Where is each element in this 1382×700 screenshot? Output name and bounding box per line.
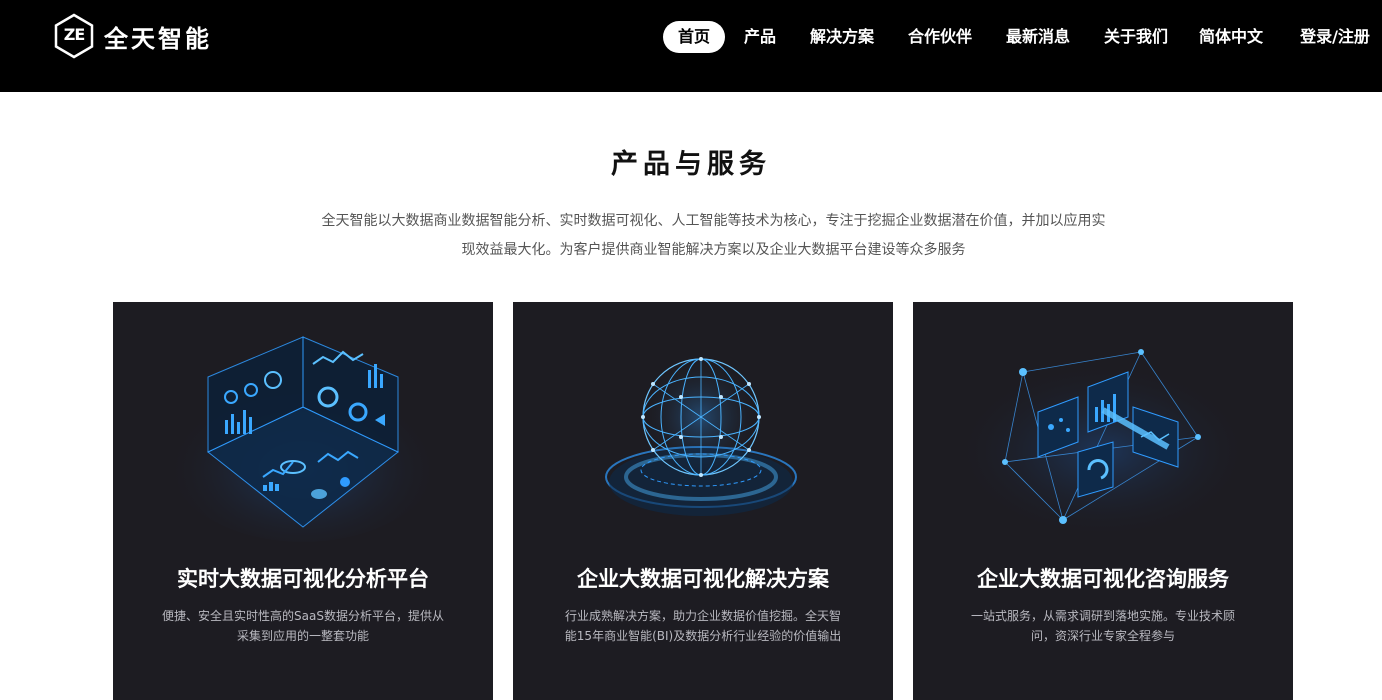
- card-description: 一站式服务，从需求调研到落地实施。专业技术顾 问，资深行业专家全程参与: [943, 606, 1263, 646]
- logo[interactable]: ZE 全天智能: [53, 13, 212, 59]
- section-description-line: 全天智能以大数据商业数据智能分析、实时数据可视化、人工智能等技术为核心，专注于挖…: [321, 213, 1106, 229]
- card-description-line: 能15年商业智能(BI)及数据分析行业经验的价值输出: [564, 629, 842, 643]
- nav-item-products[interactable]: 产品: [736, 21, 784, 53]
- card-description: 便捷、安全且实时性高的SaaS数据分析平台，提供从 采集到应用的一整套功能: [143, 606, 463, 646]
- nav-item-home[interactable]: 首页: [663, 21, 725, 53]
- card-description-line: 便捷、安全且实时性高的SaaS数据分析平台，提供从: [162, 609, 444, 623]
- nav-item-language[interactable]: 简体中文: [1191, 21, 1271, 53]
- data-cube-icon: [163, 336, 443, 542]
- nav-item-login-register[interactable]: 登录/注册: [1292, 21, 1378, 53]
- dashboard-network-icon: [953, 349, 1253, 532]
- network-globe-icon: [605, 357, 797, 516]
- card-title: 实时大数据可视化分析平台: [177, 567, 429, 591]
- card-title: 企业大数据可视化咨询服务: [977, 567, 1229, 591]
- logo-hexagon-icon: ZE: [53, 13, 95, 59]
- card-description-line: 行业成熟解决方案，助力企业数据价值挖掘。全天智: [564, 609, 841, 623]
- nav-item-news[interactable]: 最新消息: [998, 21, 1078, 53]
- card-description: 行业成熟解决方案，助力企业数据价值挖掘。全天智 能15年商业智能(BI)及数据分…: [543, 606, 863, 646]
- product-card-analytics-platform[interactable]: 实时大数据可视化分析平台 便捷、安全且实时性高的SaaS数据分析平台，提供从 采…: [113, 302, 493, 700]
- section-title: 产品与服务: [611, 149, 771, 180]
- brand-name: 全天智能: [104, 24, 212, 53]
- product-card-enterprise-solution[interactable]: 企业大数据可视化解决方案 行业成熟解决方案，助力企业数据价值挖掘。全天智 能15…: [513, 302, 893, 700]
- top-navigation-bar: ZE 全天智能 首页 产品 解决方案 合作伙伴 最新消息 关于我们 简体中文 登…: [0, 0, 1382, 92]
- section-description-line: 现效益最大化。为客户提供商业智能解决方案以及企业大数据平台建设等众多服务: [461, 242, 966, 258]
- logo-mark-text: ZE: [63, 25, 86, 44]
- section-description: 全天智能以大数据商业数据智能分析、实时数据可视化、人工智能等技术为核心，专注于挖…: [291, 207, 1136, 265]
- card-description-line: 一站式服务，从需求调研到落地实施。专业技术顾: [970, 609, 1235, 623]
- nav-item-about[interactable]: 关于我们: [1096, 21, 1176, 53]
- card-description-line: 问，资深行业专家全程参与: [1030, 629, 1175, 643]
- card-description-line: 采集到应用的一整套功能: [236, 629, 369, 643]
- product-card-consulting-service[interactable]: 企业大数据可视化咨询服务 一站式服务，从需求调研到落地实施。专业技术顾 问，资深…: [913, 302, 1293, 700]
- nav-item-solutions[interactable]: 解决方案: [802, 21, 882, 53]
- card-title: 企业大数据可视化解决方案: [577, 567, 829, 591]
- nav-item-partners[interactable]: 合作伙伴: [900, 21, 980, 53]
